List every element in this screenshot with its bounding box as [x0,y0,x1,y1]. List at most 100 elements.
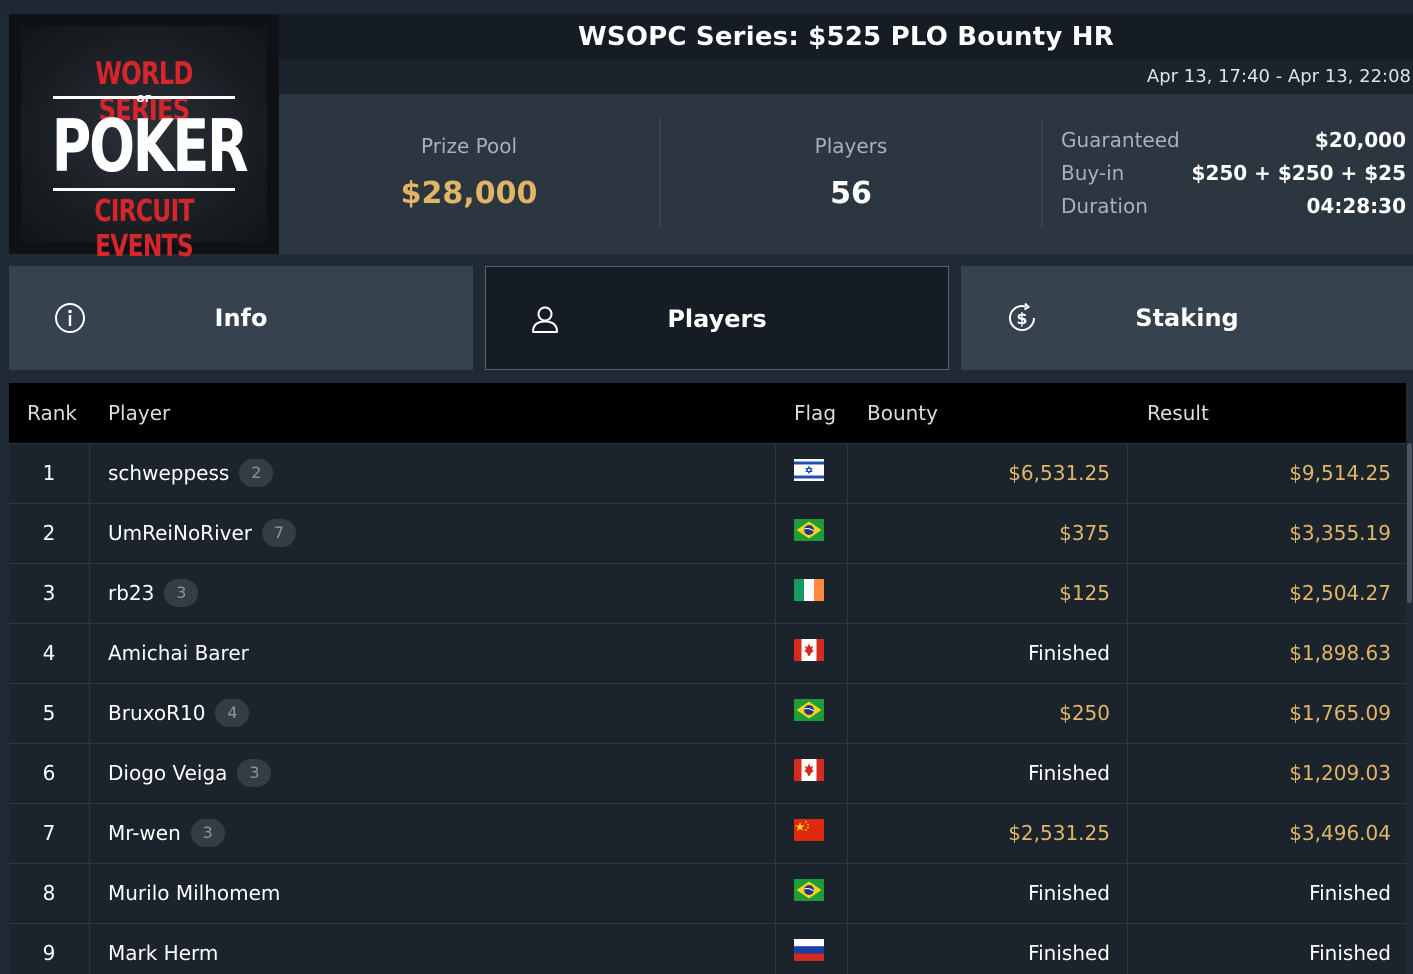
table-row[interactable]: 5 BruxoR10 4 $250 $1,765.09 [9,683,1406,743]
player-name[interactable]: UmReiNoRiver [108,521,252,545]
flag-icon [794,699,824,721]
header-bounty[interactable]: Bounty [867,401,938,425]
bounty-cell: $2,531.25 [1008,821,1110,845]
column-divider [775,624,776,683]
column-divider [1127,744,1128,803]
guaranteed-row: Guaranteed $20,000 [1061,128,1406,158]
date-bar: Apr 13, 17:40 - Apr 13, 22:08 [279,60,1413,94]
rank-cell: 7 [42,821,56,845]
flag-icon [794,819,824,841]
player-name[interactable]: Amichai Barer [108,641,249,665]
player-cell[interactable]: Mark Herm [108,924,218,974]
result-cell: $3,496.04 [1289,821,1391,845]
column-divider [1127,564,1128,623]
rank-cell: 8 [42,881,56,905]
logo-background: WORLD SERIES OF POKER CIRCUIT EVENTS [21,26,267,264]
player-cell[interactable]: Murilo Milhomem [108,864,280,923]
column-divider [89,864,90,923]
result-cell: $1,209.03 [1289,761,1391,785]
player-cell[interactable]: Diogo Veiga 3 [108,744,272,803]
header-player[interactable]: Player [108,401,170,425]
column-divider [1127,444,1128,503]
bounty-cell: Finished [1028,761,1110,785]
rank-cell: 9 [42,941,56,965]
column-divider [847,444,848,503]
player-name[interactable]: rb23 [108,581,154,605]
tournament-page: WORLD SERIES OF POKER CIRCUIT EVENTS WSO… [0,0,1413,974]
buyin-row: Buy-in $250 + $250 + $25 [1061,161,1406,191]
players-value: 56 [830,176,872,211]
flag-icon [794,579,824,601]
table-row[interactable]: 9 Mark Herm Finished Finished [9,923,1406,974]
duration-value: 04:28:30 [1306,194,1407,218]
players-label: Players [814,134,888,158]
player-cell[interactable]: rb23 3 [108,564,199,623]
player-badge: 4 [215,698,250,727]
rank-cell: 2 [42,521,56,545]
table-row[interactable]: 2 UmReiNoRiver 7 $375 $3,355.19 [9,503,1406,563]
table-row[interactable]: 6 Diogo Veiga 3 Finished $1,209.03 [9,743,1406,803]
column-divider [1127,504,1128,563]
column-divider [847,744,848,803]
result-cell: $1,898.63 [1289,641,1391,665]
title-bar: WSOPC Series: $525 PLO Bounty HR [279,14,1413,60]
rank-cell: 4 [42,641,56,665]
column-divider [89,924,90,974]
column-divider [847,924,848,974]
result-cell: $3,355.19 [1289,521,1391,545]
column-divider [89,744,90,803]
column-divider [1127,864,1128,923]
bounty-cell: $375 [1059,521,1110,545]
tab-players[interactable]: Players [485,266,949,370]
result-cell: $2,504.27 [1289,581,1391,605]
flag-icon [794,519,824,541]
result-cell: $1,765.09 [1289,701,1391,725]
logo-text-poker: POKER [51,104,249,188]
player-name[interactable]: Diogo Veiga [108,761,227,785]
header-result[interactable]: Result [1147,401,1209,425]
column-divider [775,444,776,503]
player-name[interactable]: schweppess [108,461,229,485]
player-name[interactable]: BruxoR10 [108,701,205,725]
column-divider [775,564,776,623]
player-cell[interactable]: UmReiNoRiver 7 [108,504,296,563]
flag-icon [794,759,824,781]
player-name[interactable]: Mr-wen [108,821,181,845]
player-cell[interactable]: Amichai Barer [108,624,249,683]
player-cell[interactable]: BruxoR10 4 [108,684,250,743]
table-scrollbar[interactable] [1406,383,1413,974]
player-name[interactable]: Mark Herm [108,941,218,965]
table-row[interactable]: 4 Amichai Barer Finished $1,898.63 [9,623,1406,683]
stats-panel: Prize Pool $28,000 Players 56 Guaranteed… [279,94,1413,254]
prize-pool-value: $28,000 [400,176,538,211]
table-row[interactable]: 8 Murilo Milhomem Finished Finished [9,863,1406,923]
column-divider [775,504,776,563]
scrollbar-thumb[interactable] [1407,443,1412,603]
player-name[interactable]: Murilo Milhomem [108,881,280,905]
result-cell: Finished [1309,881,1391,905]
rank-cell: 1 [42,461,56,485]
bounty-cell: $6,531.25 [1008,461,1110,485]
tab-staking-label: Staking [1135,304,1239,332]
tab-staking[interactable]: $ Staking [961,266,1413,370]
tab-info[interactable]: Info [9,266,473,370]
player-cell[interactable]: schweppess 2 [108,444,274,503]
player-cell[interactable]: Mr-wen 3 [108,804,225,863]
tournament-logo: WORLD SERIES OF POKER CIRCUIT EVENTS [9,14,279,264]
table-row[interactable]: 3 rb23 3 $125 $2,504.27 [9,563,1406,623]
column-divider [775,864,776,923]
table-row[interactable]: 7 Mr-wen 3 $2,531.25 $3,496.04 [9,803,1406,863]
players-stat: Players 56 [661,94,1041,254]
table-row[interactable]: 1 schweppess 2 $6,531.25 $9,514.25 [9,443,1406,503]
buyin-label: Buy-in [1061,161,1125,185]
header-flag[interactable]: Flag [794,401,836,425]
rank-cell: 6 [42,761,56,785]
header-rank[interactable]: Rank [27,401,77,425]
column-divider [847,684,848,743]
player-badge: 3 [237,758,272,787]
column-divider [1127,924,1128,974]
duration-row: Duration 04:28:30 [1061,194,1406,224]
column-divider [847,864,848,923]
column-divider [1127,624,1128,683]
players-table: Rank Player Flag Bounty Result 1 schweppe… [9,383,1406,974]
